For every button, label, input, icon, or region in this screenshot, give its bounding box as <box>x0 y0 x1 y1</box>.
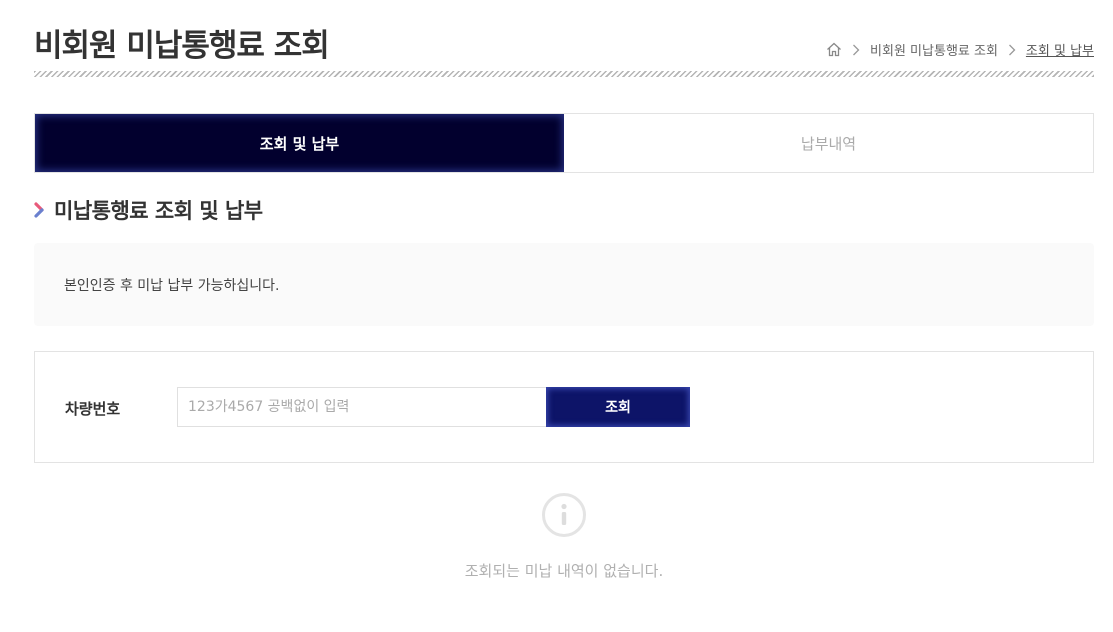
tab-payment-history[interactable]: 납부내역 <box>564 114 1093 172</box>
section-title: 미납통행료 조회 및 납부 <box>34 195 263 225</box>
tab-inquiry-payment[interactable]: 조회 및 납부 <box>35 114 564 172</box>
notice-text: 본인인증 후 미납 납부 가능하십니다. <box>64 277 280 294</box>
title-divider <box>34 71 1094 77</box>
info-icon <box>541 492 587 538</box>
search-button[interactable]: 조회 <box>546 387 690 427</box>
chevron-right-icon <box>852 44 860 56</box>
home-icon[interactable] <box>826 42 842 57</box>
breadcrumb-item-unpaid-toll[interactable]: 비회원 미납통행료 조회 <box>870 40 998 59</box>
chevron-right-icon <box>34 202 46 218</box>
breadcrumb-item-inquiry-payment[interactable]: 조회 및 납부 <box>1026 40 1094 59</box>
chevron-right-icon <box>1008 44 1016 56</box>
vehicle-number-label: 차량번호 <box>65 400 121 418</box>
breadcrumb: 비회원 미납통행료 조회 조회 및 납부 <box>826 40 1094 59</box>
notice-box: 본인인증 후 미납 납부 가능하십니다. <box>34 243 1094 326</box>
vehicle-number-input[interactable] <box>177 387 547 427</box>
section-title-text: 미납통행료 조회 및 납부 <box>54 199 263 223</box>
vehicle-search-form: 차량번호 조회 <box>34 351 1094 463</box>
empty-message: 조회되는 미납 내역이 없습니다. <box>464 562 664 580</box>
page-title: 비회원 미납통행료 조회 <box>34 28 330 64</box>
tab-bar: 조회 및 납부 납부내역 <box>34 113 1094 173</box>
empty-state: 조회되는 미납 내역이 없습니다. <box>34 492 1094 581</box>
